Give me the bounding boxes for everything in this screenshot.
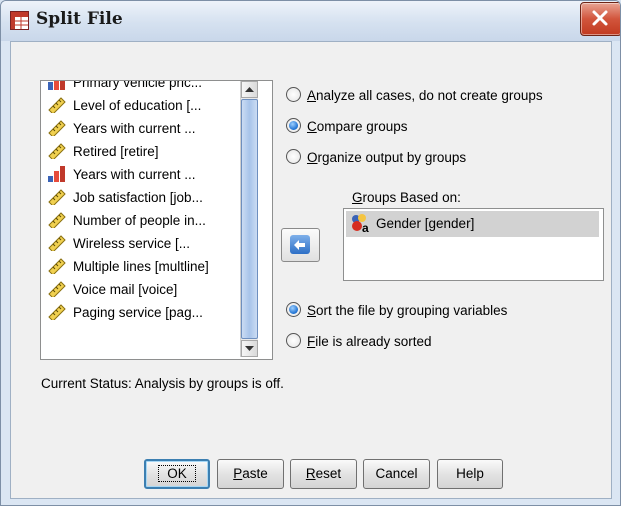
- radio-button-selected[interactable]: [286, 118, 301, 133]
- groups-based-on-label: Groups Based on:: [352, 190, 461, 205]
- radio-compare-groups[interactable]: Compare groups: [286, 117, 408, 137]
- scale-ruler-icon: [48, 304, 66, 320]
- reset-button[interactable]: Reset: [290, 459, 357, 489]
- svg-text:a: a: [362, 221, 369, 233]
- list-item[interactable]: Level of education [...: [47, 94, 201, 117]
- list-item[interactable]: Multiple lines [multline]: [47, 255, 209, 278]
- list-item[interactable]: Wireless service [...: [47, 232, 190, 255]
- scale-ruler-icon: [48, 235, 66, 251]
- paste-button[interactable]: Paste: [217, 459, 284, 489]
- list-item[interactable]: Primary vehicle pric...: [47, 81, 202, 94]
- scale-ruler-icon: [48, 258, 66, 274]
- radio-button[interactable]: [286, 333, 301, 348]
- current-status-text: Current Status: Analysis by groups is of…: [41, 376, 284, 391]
- radio-sort-by-grouping[interactable]: Sort the file by grouping variables: [286, 301, 507, 321]
- title-bar[interactable]: Split File: [1, 1, 620, 41]
- radio-organize-output[interactable]: Organize output by groups: [286, 148, 466, 168]
- radio-button-selected[interactable]: [286, 302, 301, 317]
- scale-ruler-icon: [48, 120, 66, 136]
- list-item[interactable]: Paging service [pag...: [47, 301, 203, 324]
- spss-table-icon: [10, 11, 29, 30]
- arrow-left-icon: [294, 240, 305, 250]
- ordinal-bars-icon: [48, 166, 65, 182]
- variable-list-scrollbar[interactable]: [240, 81, 258, 357]
- window-title: Split File: [36, 9, 123, 29]
- list-item[interactable]: Number of people in...: [47, 209, 206, 232]
- list-item[interactable]: Retired [retire]: [47, 140, 159, 163]
- close-icon: [592, 10, 608, 26]
- scale-ruler-icon: [48, 212, 66, 228]
- move-variable-button[interactable]: [281, 228, 320, 262]
- scale-ruler-icon: [48, 189, 66, 205]
- list-item[interactable]: a Gender [gender]: [346, 211, 599, 237]
- cancel-button[interactable]: Cancel: [363, 459, 430, 489]
- chevron-up-icon: [245, 87, 254, 92]
- close-button[interactable]: [580, 2, 620, 36]
- list-item[interactable]: Years with current ...: [47, 117, 196, 140]
- radio-button[interactable]: [286, 149, 301, 164]
- scroll-up-button[interactable]: [241, 81, 258, 98]
- scroll-down-button[interactable]: [241, 340, 258, 357]
- ok-button[interactable]: OK: [144, 459, 210, 489]
- dialog-body: Primary vehicle pric... Level of educati…: [10, 41, 612, 499]
- scale-ruler-icon: [48, 281, 66, 297]
- radio-already-sorted[interactable]: File is already sorted: [286, 332, 432, 352]
- variable-list[interactable]: Primary vehicle pric... Level of educati…: [40, 80, 273, 360]
- groups-based-on-list[interactable]: a Gender [gender]: [343, 208, 604, 281]
- scale-ruler-icon: [48, 97, 66, 113]
- radio-button[interactable]: [286, 87, 301, 102]
- split-file-dialog: Split File Primary vehicle pric... Level…: [0, 0, 621, 506]
- help-button[interactable]: Help: [437, 459, 503, 489]
- ordinal-bars-icon: [48, 81, 65, 90]
- list-item[interactable]: Years with current ...: [47, 163, 196, 186]
- nominal-variable-icon: a: [352, 214, 369, 233]
- list-item[interactable]: Job satisfaction [job...: [47, 186, 203, 209]
- scale-ruler-icon: [48, 143, 66, 159]
- radio-analyze-all[interactable]: Analyze all cases, do not create groups: [286, 86, 543, 106]
- chevron-down-icon: [245, 346, 254, 351]
- scroll-thumb[interactable]: [241, 99, 258, 339]
- list-item[interactable]: Voice mail [voice]: [47, 278, 177, 301]
